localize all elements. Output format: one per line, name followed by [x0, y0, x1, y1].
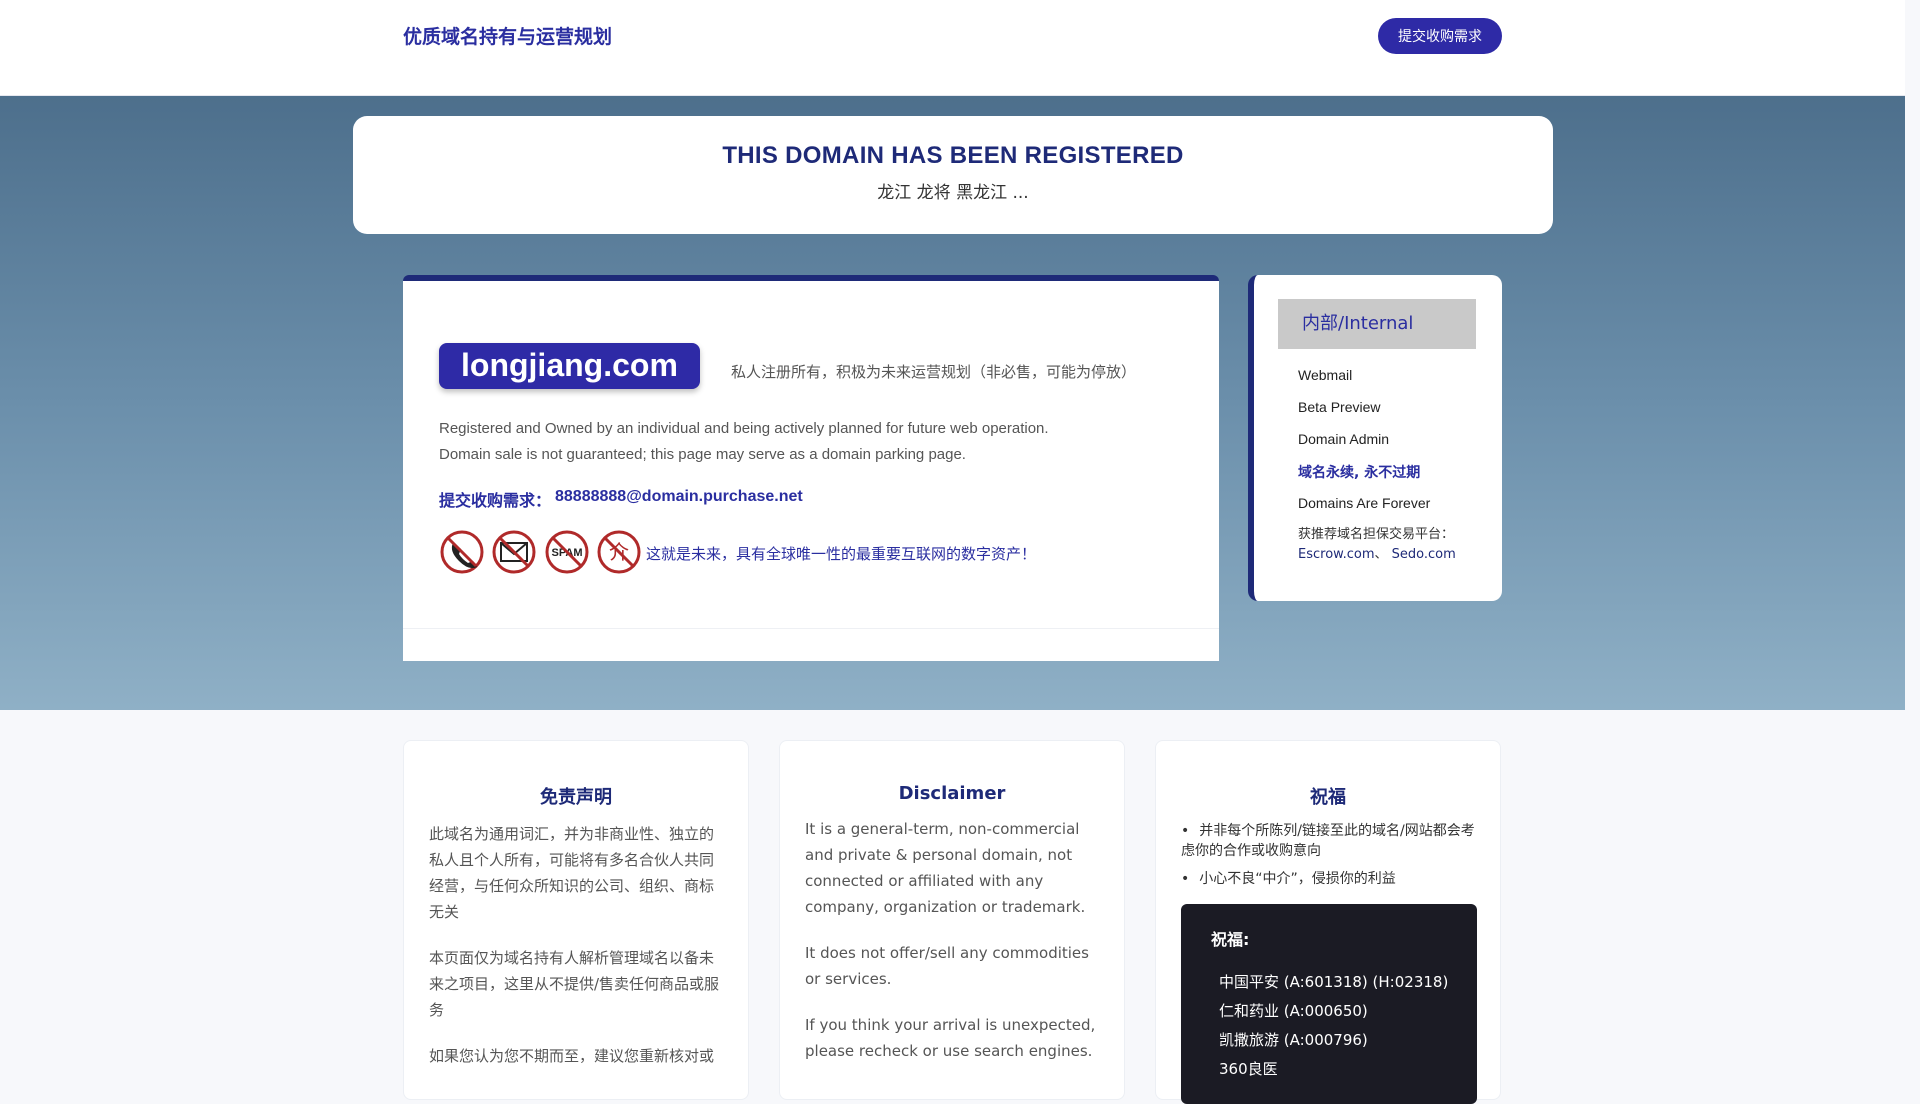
disclaimer-cn-card: 免责声明 此域名为通用词汇，并为非商业性、独立的私人且个人所有，可能将有多名合伙… — [403, 740, 749, 1100]
prohibited-icons: SPAM 介 — [439, 529, 644, 575]
blessing-item: 仁和药业 (A:000650) — [1219, 1002, 1368, 1020]
sidebar-link-domain-admin[interactable]: Domain Admin — [1298, 431, 1389, 447]
disclaimer-cn-p1: 此域名为通用词汇，并为非商业性、独立的私人且个人所有，可能将有多名合伙人共同经营… — [429, 825, 715, 921]
site-brand[interactable]: 优质域名持有与运营规划 — [403, 22, 612, 49]
future-statement: 这就是未来，具有全球唯一性的最重要互联网的数字资产！ — [646, 545, 1037, 563]
domain-card: longjiang.com 私人注册所有，积极为未来运营规划（非必售，可能为停放… — [403, 275, 1219, 659]
disclaimer-en-card: Disclaimer It is a general-term, non-com… — [779, 740, 1125, 1100]
no-spam-icon: SPAM — [544, 529, 590, 575]
sidebar-heading: 内部/Internal — [1278, 299, 1476, 349]
blessing-item: 凯撒旅游 (A:000796) — [1219, 1031, 1368, 1049]
top-navbar: 优质域名持有与运营规划 提交收购需求 — [0, 0, 1905, 96]
contact-label: 提交收购需求： — [439, 491, 552, 510]
registered-banner: THIS DOMAIN HAS BEEN REGISTERED 龙江 龙将 黑龙… — [353, 116, 1553, 234]
domain-card-footer — [403, 628, 1219, 661]
sidebar-link-webmail[interactable]: Webmail — [1298, 367, 1352, 383]
no-mail-icon — [491, 529, 537, 575]
disclaimer-cn-p2: 本页面仅为域名持有人解析管理域名以备未来之项目，这里从不提供/售卖任何商品或服务 — [429, 949, 720, 1019]
keywords-line: 龙江 龙将 黑龙江 ... — [877, 183, 1029, 203]
blessing-box: 祝福: 中国平安 (A:601318) (H:02318) 仁和药业 (A:00… — [1181, 904, 1477, 1104]
disclaimer-cn-p3: 如果您认为您不期而至，建议您重新核对或 — [429, 1047, 715, 1065]
blessing-card: 祝福 并非每个所陈列/链接至此的域名/网站都会考虑你的合作或收购意向 小心不良“… — [1155, 740, 1501, 1104]
sidebar-link-forever-cn[interactable]: 域名永续, 永不过期 — [1298, 462, 1420, 482]
english-description-2: Domain sale is not guaranteed; this page… — [439, 446, 966, 463]
internal-sidebar: 内部/Internal Webmail Beta Preview Domain … — [1248, 275, 1502, 601]
disclaimer-en-title: Disclaimer — [898, 783, 1006, 804]
disclaimer-en-p1: It is a general-term, non-commercial and… — [805, 820, 1086, 916]
english-description-1: Registered and Owned by an individual an… — [439, 420, 1049, 437]
blessing-bullets: 并非每个所陈列/链接至此的域名/网站都会考虑你的合作或收购意向 小心不良“中介”… — [1181, 821, 1480, 889]
sedo-link[interactable]: Sedo.com — [1392, 547, 1456, 562]
disclaimer-cn-title: 免责声明 — [540, 787, 612, 808]
list-item: 小心不良“中介”，侵损你的利益 — [1181, 869, 1480, 889]
disclaimer-en-p2: It does not offer/sell any commodities o… — [805, 944, 1089, 988]
escrow-link[interactable]: Escrow.com — [1298, 547, 1374, 562]
no-phone-icon — [439, 529, 485, 575]
submit-offer-button[interactable]: 提交收购需求 — [1378, 18, 1502, 54]
page-title: THIS DOMAIN HAS BEEN REGISTERED — [722, 142, 1184, 169]
sidebar-link-beta-preview[interactable]: Beta Preview — [1298, 399, 1380, 415]
blessing-title: 祝福 — [1310, 787, 1346, 808]
domain-name-badge: longjiang.com — [439, 343, 700, 389]
domain-description: 私人注册所有，积极为未来运营规划（非必售，可能为停放） — [731, 363, 1137, 381]
list-item: 并非每个所陈列/链接至此的域名/网站都会考虑你的合作或收购意向 — [1181, 821, 1480, 861]
disclaimer-en-p3: If you think your arrival is unexpected,… — [805, 1016, 1096, 1060]
blessing-box-title: 祝福: — [1211, 930, 1250, 949]
sidebar-link-domains-forever[interactable]: Domains Are Forever — [1298, 495, 1430, 511]
blessing-item: 中国平安 (A:601318) (H:02318) — [1219, 973, 1449, 991]
contact-email-link[interactable]: 88888888@domain.purchase.net — [555, 488, 803, 506]
no-agent-icon: 介 — [596, 529, 642, 575]
escrow-recommendation: 获推荐域名担保交易平台： Escrow.com、 Sedo.com — [1298, 527, 1456, 562]
